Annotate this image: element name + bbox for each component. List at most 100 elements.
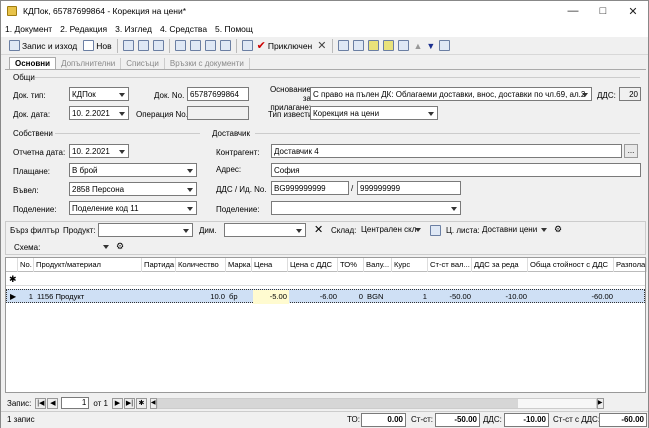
cell-row-vat[interactable]: -10.00 — [473, 290, 529, 304]
scheme-select[interactable] — [44, 240, 112, 254]
id-no-field[interactable]: 999999999 — [357, 181, 461, 195]
col-quantity[interactable]: Количество — [176, 258, 226, 272]
insert-icon[interactable] — [368, 40, 380, 51]
new-button[interactable]: Нов — [79, 38, 113, 54]
vat-no-field[interactable]: BG999999999 — [271, 181, 349, 195]
cell-available[interactable] — [615, 290, 648, 304]
tab-lists[interactable]: Списъци — [121, 58, 165, 69]
cell-rate[interactable]: 1 — [393, 290, 429, 304]
division-select[interactable]: Поделение код 11 — [69, 201, 197, 215]
replace-icon[interactable] — [383, 40, 395, 51]
menu-help[interactable]: 5. Помощ — [215, 24, 253, 34]
entered-by-select[interactable]: 2858 Персона — [69, 182, 197, 196]
cell-no[interactable]: 1 — [19, 290, 35, 304]
cell-total-vat[interactable]: -60.00 — [529, 290, 615, 304]
scroll-right-icon[interactable]: ▶ — [596, 397, 604, 409]
doc-no-field[interactable]: 65787699864 — [187, 87, 249, 101]
cell-price[interactable]: -5.00 — [253, 290, 289, 304]
contractor-browse-button[interactable]: ... — [624, 144, 638, 158]
price-list-select[interactable]: Доставни цени — [480, 223, 550, 237]
record-number-input[interactable]: 1 — [61, 397, 90, 409]
col-batch[interactable]: Партида — [142, 258, 176, 272]
payment-select[interactable]: В брой — [69, 163, 197, 177]
cell-product[interactable]: 1156 Продукт — [35, 290, 143, 304]
report-date-label: Отчетна дата: — [13, 148, 66, 157]
col-brand[interactable]: Марка — [226, 258, 252, 272]
cut-icon[interactable] — [122, 40, 134, 51]
col-price-vat[interactable]: Цена с ДДС — [288, 258, 338, 272]
to-total-field: 0.00 — [361, 413, 406, 427]
next-record-icon[interactable]: ▶ — [111, 397, 123, 409]
col-product[interactable]: Продукт/материал — [34, 258, 142, 272]
menu-edit[interactable]: 2. Редакция — [60, 24, 107, 34]
cell-brand[interactable]: бр — [227, 290, 253, 304]
cost-label: Ст-ст: — [411, 415, 433, 424]
col-row-vat[interactable]: ДДС за реда — [472, 258, 528, 272]
new-record-icon[interactable]: ✱ — [135, 397, 147, 409]
menu-document[interactable]: 1. Документ — [5, 24, 52, 34]
first-record-icon[interactable]: |◀ — [35, 397, 47, 409]
report-date-picker[interactable]: 10. 2.2021 — [69, 144, 129, 158]
col-price[interactable]: Цена — [252, 258, 288, 272]
cancel-icon[interactable]: ✕ — [317, 39, 326, 52]
print-icon[interactable] — [174, 40, 186, 51]
warehouse-select[interactable]: Централен скл — [359, 223, 424, 237]
copy-row-icon[interactable] — [353, 40, 365, 51]
tab-main[interactable]: Основни — [9, 57, 57, 69]
tab-additional[interactable]: Допълнителни — [56, 58, 122, 69]
doc-type-select[interactable]: КДПок — [69, 87, 129, 101]
col-no[interactable]: No. — [18, 258, 34, 272]
cell-price-vat[interactable]: -6.00 — [289, 290, 339, 304]
col-to-percent[interactable]: ТО% — [338, 258, 364, 272]
cell-cost-currency[interactable]: -50.00 — [429, 290, 473, 304]
menu-tools[interactable]: 4. Средства — [160, 24, 207, 34]
maximize-icon[interactable]: □ — [588, 1, 618, 21]
copy-icon[interactable] — [137, 40, 149, 51]
print-preview-icon[interactable] — [189, 40, 201, 51]
move-up-icon[interactable]: ▲ — [413, 41, 422, 51]
export-icon[interactable] — [204, 40, 216, 51]
cell-batch[interactable] — [143, 290, 177, 304]
table-row[interactable]: ▶ 1 1156 Продукт 10.0 бр -5.00 -6.00 0 B… — [6, 289, 648, 304]
col-rate[interactable]: Курс — [392, 258, 428, 272]
close-icon[interactable]: ✕ — [618, 1, 648, 21]
basis-select[interactable]: С право на пълен ДК: Облагаеми доставки,… — [310, 87, 592, 101]
find-icon[interactable] — [219, 40, 231, 51]
col-available[interactable]: Разпола — [614, 258, 647, 272]
product-filter-input[interactable] — [98, 223, 193, 237]
document-icon[interactable] — [241, 40, 253, 51]
warehouse-icon[interactable] — [430, 225, 441, 236]
menu-view[interactable]: 3. Изглед — [115, 24, 152, 34]
clear-filter-icon[interactable]: ✕ — [314, 223, 323, 236]
supplier-division-select[interactable] — [271, 201, 461, 215]
col-total-vat[interactable]: Обща стойност с ДДС — [528, 258, 614, 272]
confirmed-button[interactable]: ✔ Приключен — [255, 38, 315, 54]
toolbar: Запис и изход Нов ✔ Приключен ✕ ▲ ▼ — [1, 37, 648, 55]
save-exit-button[interactable]: Запис и изход — [5, 38, 79, 54]
move-down-icon[interactable]: ▼ — [426, 41, 435, 51]
add-row-icon[interactable] — [338, 40, 350, 51]
col-currency[interactable]: Валу... — [364, 258, 392, 272]
cell-to-percent[interactable]: 0 — [339, 290, 365, 304]
paste-icon[interactable] — [152, 40, 164, 51]
cell-quantity[interactable]: 10.0 — [177, 290, 227, 304]
cell-currency[interactable]: BGN — [365, 290, 393, 304]
delete-row-icon[interactable] — [398, 40, 410, 51]
scheme-settings-icon[interactable]: ⚙ — [116, 241, 124, 252]
new-row[interactable]: ✱ — [6, 272, 645, 286]
notice-type-select[interactable]: Корекция на цени — [310, 106, 438, 120]
horizontal-scrollbar[interactable] — [156, 397, 597, 409]
contractor-field[interactable]: Доставчик 4 — [271, 144, 622, 158]
record-nav-label: Запис: — [7, 398, 32, 408]
prev-record-icon[interactable]: ◀ — [47, 397, 59, 409]
scroll-left-icon[interactable]: ◀ — [149, 397, 157, 409]
dim-filter-input[interactable] — [224, 223, 306, 237]
doc-date-picker[interactable]: 10. 2.2021 — [69, 106, 129, 120]
settings-icon[interactable]: ⚙ — [554, 224, 562, 235]
col-cost-currency[interactable]: Ст-ст вал... — [428, 258, 472, 272]
help-icon[interactable] — [439, 40, 451, 51]
tab-document-links[interactable]: Връзки с документи — [165, 58, 250, 69]
last-record-icon[interactable]: ▶| — [123, 397, 135, 409]
address-field[interactable]: София — [271, 163, 641, 177]
minimize-icon[interactable]: — — [558, 1, 588, 21]
